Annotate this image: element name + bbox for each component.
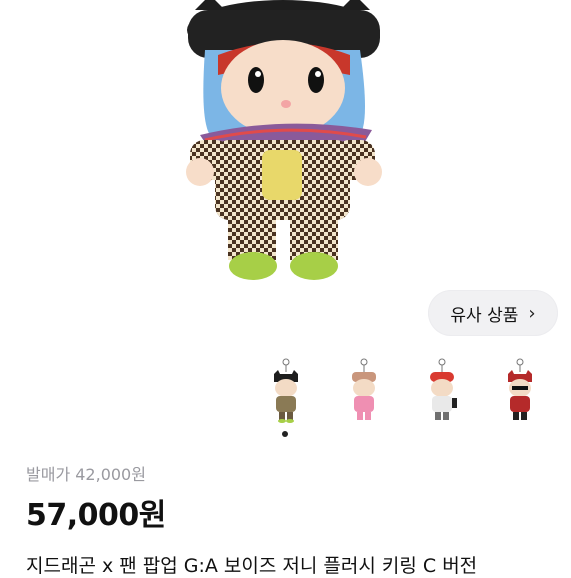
original-price: 발매가 42,000원	[26, 465, 146, 484]
gallery-pagination	[282, 431, 288, 437]
product-main-image[interactable]	[0, 0, 571, 300]
pagination-dot-active[interactable]	[282, 431, 288, 437]
thumbnail-gallery	[262, 358, 562, 428]
similar-products-label: 유사 상품	[450, 305, 519, 326]
similar-products-button[interactable]: 유사 상품 ›	[428, 290, 558, 336]
thumbnail-1[interactable]	[262, 358, 310, 426]
thumbnail-2[interactable]	[340, 358, 388, 426]
chevron-right-icon: ›	[528, 302, 536, 324]
thumbnail-4[interactable]	[496, 358, 544, 426]
thumbnail-3[interactable]	[418, 358, 466, 426]
price: 57,000원	[26, 498, 166, 533]
product-title: 지드래곤 x 팬 팝업 G:A 보이즈 저니 플러시 키링 C 버전	[26, 555, 478, 577]
